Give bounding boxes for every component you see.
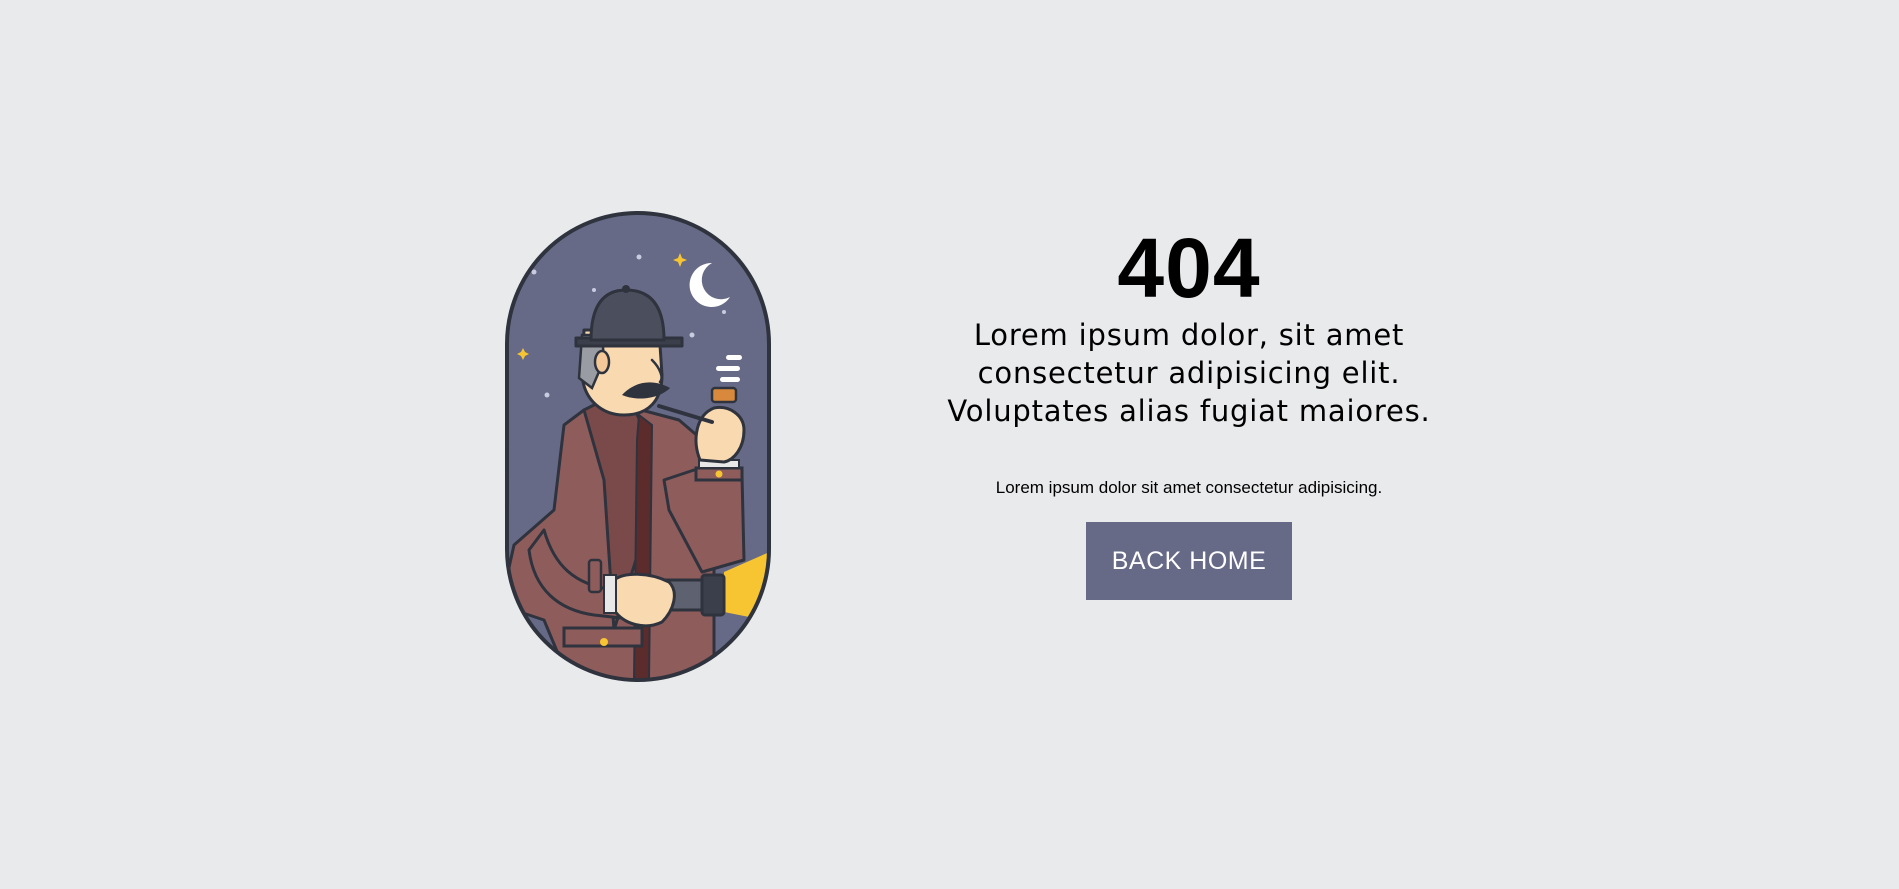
cuff-button (715, 470, 723, 478)
back-home-button[interactable]: BACK HOME (1085, 522, 1293, 600)
hat-button (622, 285, 630, 293)
detective-with-flashlight-icon (505, 211, 771, 682)
pipe-hand (694, 405, 746, 464)
error-subtext: Lorem ipsum dolor sit amet consectetur a… (995, 478, 1383, 497)
error-code: 404 (1117, 221, 1261, 315)
error-headline: Lorem ipsum dolor, sit amet consectetur … (947, 318, 1431, 428)
flashlight-head (700, 573, 726, 617)
coat-button (600, 638, 608, 646)
pipe-bowl (710, 386, 738, 404)
ear (593, 349, 611, 375)
error-content: 404 Lorem ipsum dolor, sit amet consecte… (939, 220, 1439, 600)
detective-illustration (474, 210, 774, 685)
flashlight-shirt-cuff (603, 574, 617, 614)
arm-cuff (587, 558, 603, 594)
flashlight-hand (612, 572, 676, 628)
